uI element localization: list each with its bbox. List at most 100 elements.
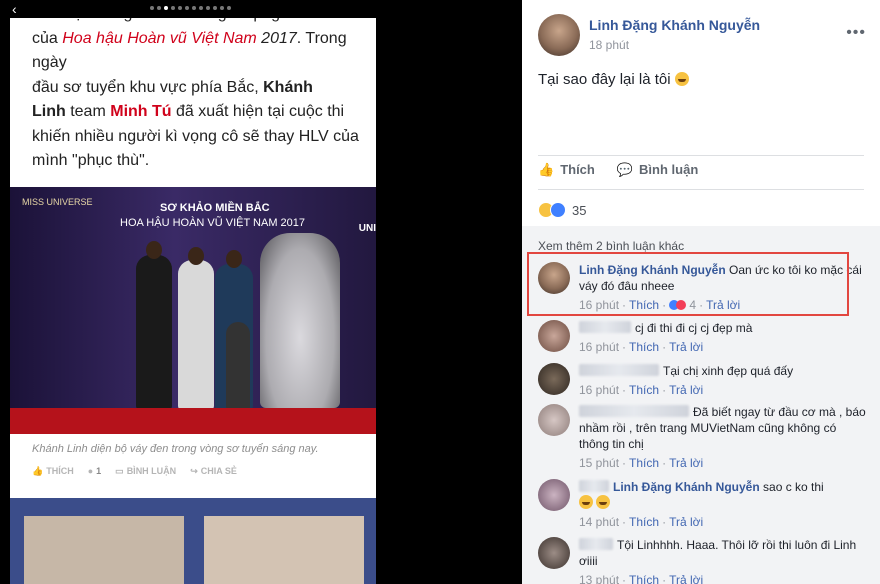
post-author-avatar[interactable]	[538, 14, 580, 56]
divider	[538, 189, 864, 190]
contestant-1	[136, 255, 172, 410]
article-comment-button[interactable]: ▭ BÌNH LUẬN	[115, 466, 176, 477]
contestant-4	[226, 322, 250, 410]
share-label: CHIA SẺ	[200, 466, 237, 476]
comment-body: Đã biết ngay từ đầu cơ mà , báo nhầm rồi…	[579, 404, 867, 471]
comment-meta: 16 phút · Thích · Trả lời	[579, 383, 704, 397]
comment-time[interactable]: 16 phút	[579, 340, 619, 354]
comment-reply-link[interactable]: Trả lời	[669, 515, 703, 529]
like-label: Thích	[560, 162, 595, 177]
comment-icon: ▭	[115, 466, 124, 476]
article-line: đã xuất hiện tại cuộc thi	[171, 103, 345, 120]
screenshot-composite: đã được đăng tải trên trang fanpage chín…	[0, 0, 880, 584]
back-arrow-icon[interactable]: ‹	[12, 1, 17, 17]
comment-label: Bình luận	[639, 162, 699, 177]
article-actions: 👍 THÍCH ● 1 ▭ BÌNH LUẬN ↪ CHIA SẺ	[32, 466, 237, 477]
contestant-3-head	[226, 250, 242, 268]
comment-like-link[interactable]: Thích	[629, 340, 659, 354]
blurred-name	[579, 480, 609, 492]
tagged-user[interactable]: Linh Đặng Khánh Nguyễn	[613, 480, 760, 494]
name-khanh: Khánh	[263, 78, 313, 96]
post-actions: 👍 Thích 💬 Bình luận	[538, 162, 698, 178]
commenter-avatar[interactable]	[538, 404, 570, 436]
comment-emojis	[579, 495, 867, 511]
comment-time[interactable]: 15 phút	[579, 456, 619, 470]
comment-like-link[interactable]: Thích	[629, 456, 659, 470]
commenter-avatar[interactable]	[538, 537, 570, 569]
highlight-box	[527, 252, 849, 316]
related-image-2[interactable]	[204, 516, 364, 584]
related-images	[10, 498, 376, 584]
view-more-comments-link[interactable]: Xem thêm 2 bình luận khác	[538, 239, 684, 253]
comment-time[interactable]: 16 phút	[579, 383, 619, 397]
like-button[interactable]: 👍 Thích	[538, 162, 595, 178]
comment-body: Linh Đặng Khánh Nguyễn sao c ko thi 14 p…	[579, 479, 867, 530]
comment-reply-link[interactable]: Trả lời	[669, 456, 703, 470]
comment-reply-link[interactable]: Trả lời	[669, 573, 703, 584]
article-text: đã được đăng tải trên trang fanpage chín…	[32, 2, 372, 174]
reactions-summary[interactable]: 35	[538, 202, 586, 218]
comment-body: Tội Linhhhh. Haaa. Thôi lỡ rồi thi luôn …	[579, 537, 867, 584]
like-count-value: 1	[96, 466, 102, 476]
pageant-link[interactable]: Hoa hậu Hoàn vũ Việt Nam	[62, 30, 256, 47]
photo-caption: Khánh Linh diện bộ váy đen trong vòng sơ…	[32, 443, 319, 455]
comment-meta: 13 phút · Thích · Trả lời	[579, 572, 867, 584]
article-share-button[interactable]: ↪ CHIA SẺ	[190, 466, 237, 477]
banner-right-text: UNI	[358, 223, 376, 234]
article-line: của	[32, 29, 63, 47]
comment-reply-link[interactable]: Trả lời	[669, 340, 703, 354]
like-reaction-icon	[550, 202, 566, 218]
banner-subtitle: HOA HẬU HOÀN VŨ VIỆT NAM 2017	[120, 217, 306, 229]
like-label: THÍCH	[46, 466, 74, 476]
phone-screen: đã được đăng tải trên trang fanpage chín…	[10, 0, 376, 584]
post-author-name[interactable]: Linh Đặng Khánh Nguyễn	[589, 17, 760, 33]
share-icon: ↪	[190, 466, 198, 476]
comment-text: sao c ko thi	[763, 480, 824, 494]
comment-meta: 15 phút · Thích · Trả lời	[579, 456, 704, 470]
statue-figure	[260, 233, 340, 408]
blurred-name	[579, 321, 631, 333]
laughing-emoji-icon	[579, 495, 593, 509]
comment-icon: 💬	[616, 162, 634, 177]
comment-like-link[interactable]: Thích	[629, 383, 659, 397]
article-line: team	[65, 103, 111, 120]
name-linh: Linh	[32, 103, 66, 120]
comment-meta: 16 phút · Thích · Trả lời	[579, 340, 704, 354]
comment-button[interactable]: 💬 Bình luận	[617, 162, 698, 178]
contestant-2	[178, 260, 214, 410]
comment-like-link[interactable]: Thích	[629, 515, 659, 529]
blurred-name	[579, 538, 613, 550]
year: 2017	[256, 29, 297, 47]
article-screenshot: đã được đăng tải trên trang fanpage chín…	[0, 0, 390, 584]
article-like-button[interactable]: 👍 THÍCH	[32, 466, 74, 477]
contestant-1-head	[146, 241, 162, 259]
like-count: ● 1	[88, 466, 101, 477]
comment-text: Tội Linhhhh. Haaa. Thôi lỡ rồi thi luôn …	[579, 538, 857, 568]
miss-universe-logo: MISS UNIVERSE	[22, 197, 93, 207]
comment-body: cj đi thi đi cj cj đẹp mà 16 phút · Thích ·…	[579, 320, 867, 355]
comment-time[interactable]: 14 phút	[579, 515, 619, 529]
facebook-post: Linh Đặng Khánh Nguyễn 18 phút ••• Tại s…	[522, 0, 880, 584]
like-reaction-icon: ●	[87, 466, 94, 476]
comment-body: Tại chị xinh đẹp quá đấy 16 phút · Thích · T…	[579, 363, 867, 398]
more-horizontal-icon[interactable]: •••	[846, 24, 866, 42]
laughing-emoji-icon	[596, 495, 611, 509]
phone-topbar: ‹	[0, 0, 390, 18]
minh-tu-link[interactable]: Minh Tú	[110, 103, 171, 120]
commenter-avatar[interactable]	[538, 320, 570, 352]
article-line: mình "phục thù".	[32, 152, 150, 169]
thumbs-up-icon: 👍	[32, 466, 44, 476]
red-carpet	[10, 408, 376, 434]
comment-like-link[interactable]: Thích	[629, 573, 659, 584]
comment-time[interactable]: 13 phút	[579, 573, 619, 584]
comment-reply-link[interactable]: Trả lời	[669, 383, 703, 397]
laughing-emoji-icon	[674, 72, 689, 86]
related-image-1[interactable]	[24, 516, 184, 584]
article-photo: MISS UNIVERSE SƠ KHẢO MIỀN BẮC HOA HẬU H…	[10, 187, 376, 434]
banner-title: SƠ KHẢO MIỀN BẮC	[160, 202, 270, 214]
post-timestamp[interactable]: 18 phút	[589, 38, 629, 52]
post-text-content: Tại sao đây lại là tôi	[538, 71, 671, 88]
divider	[538, 155, 864, 156]
commenter-avatar[interactable]	[538, 479, 570, 511]
commenter-avatar[interactable]	[538, 363, 570, 395]
